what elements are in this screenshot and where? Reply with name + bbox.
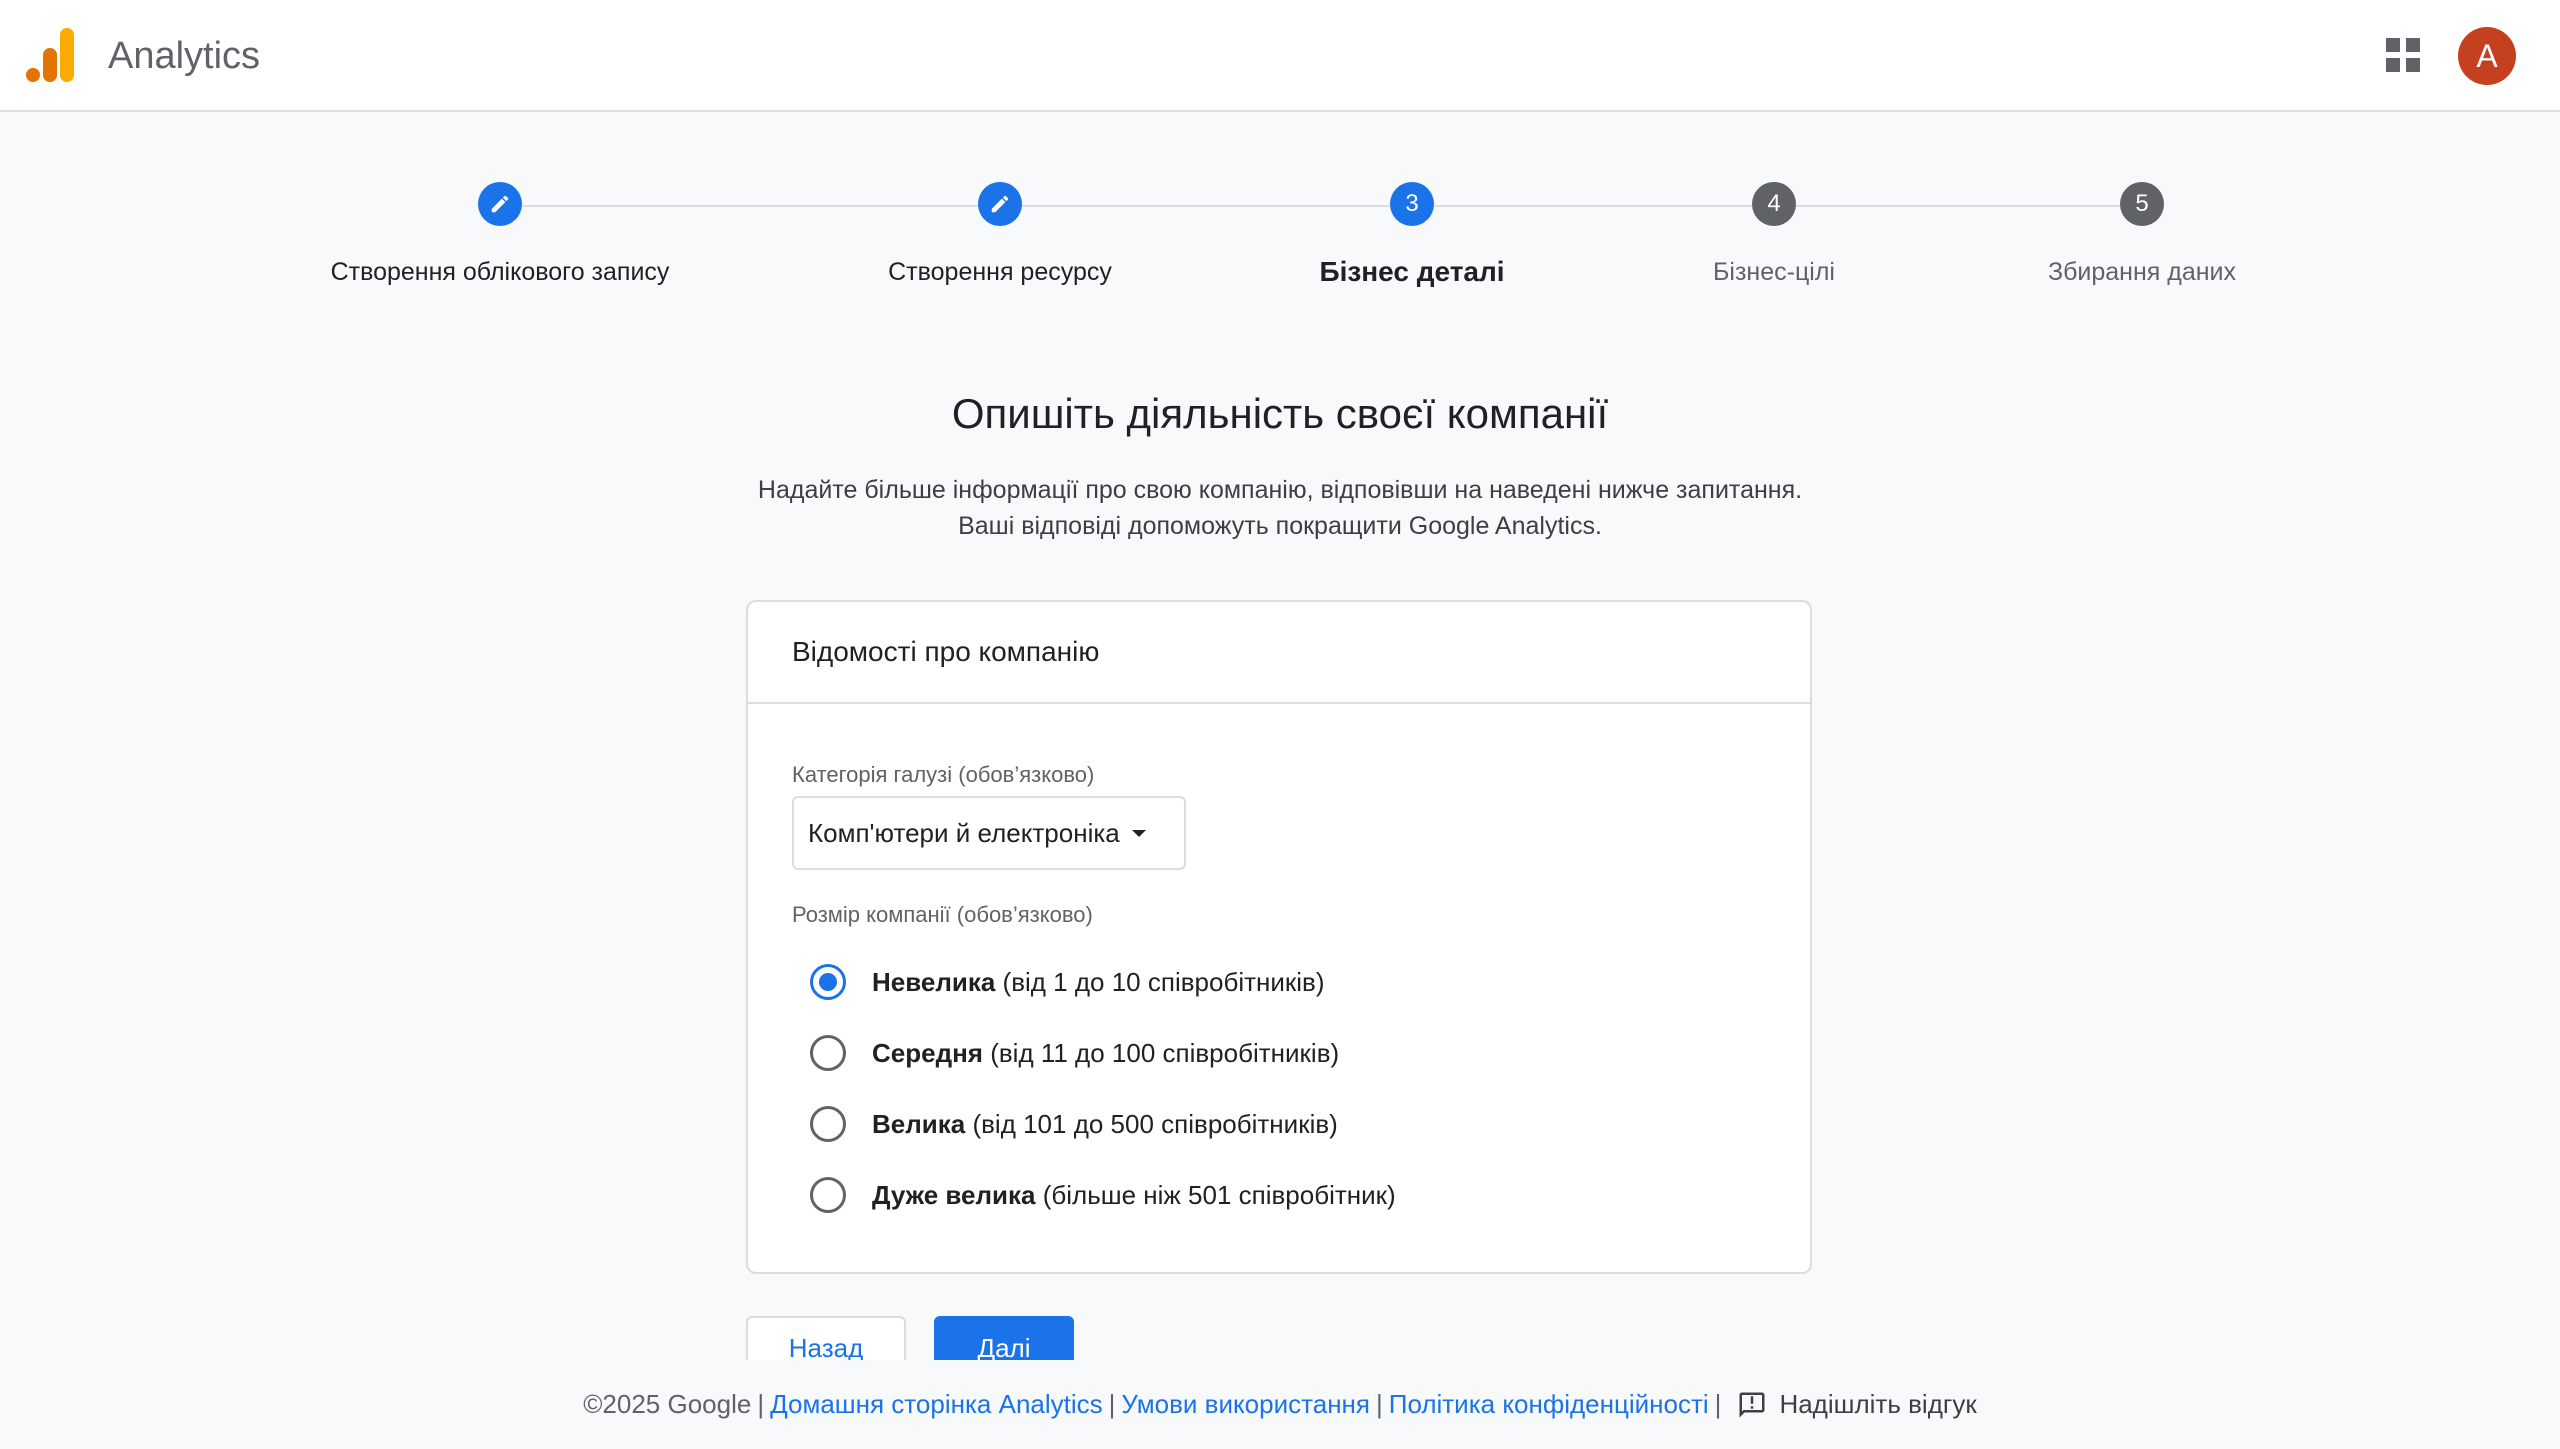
account-avatar[interactable]: A (2458, 27, 2516, 85)
step-label: Створення ресурсу (888, 258, 1112, 286)
size-option-label: Невелика (від 1 до 10 співробітників) (872, 967, 1325, 998)
step-label: Створення облікового запису (330, 258, 670, 286)
radio-button[interactable] (810, 1035, 846, 1071)
radio-button-checked[interactable] (810, 964, 846, 1000)
industry-select[interactable]: Комп'ютери й електроніка (792, 796, 1186, 870)
privacy-link[interactable]: Політика конфіденційності (1389, 1389, 1709, 1420)
step-label: Бізнес деталі (1319, 256, 1505, 287)
size-option-label: Дуже велика (більше ніж 501 співробітник… (872, 1180, 1396, 1211)
page-description: Надайте більше інформації про свою компа… (0, 472, 2560, 544)
size-option-range: (більше ніж 501 співробітник) (1035, 1179, 1396, 1210)
analytics-logo-icon (26, 28, 74, 82)
size-option-title: Середня (872, 1037, 983, 1068)
size-option-medium[interactable]: Середня (від 11 до 100 співробітників) (792, 1023, 1339, 1083)
radio-button[interactable] (810, 1177, 846, 1213)
size-option-title: Невелика (872, 966, 996, 997)
size-option-range: (від 101 до 500 співробітників) (965, 1108, 1338, 1139)
step-edit-icon (478, 182, 522, 226)
step-number: 3 (1390, 182, 1434, 226)
setup-stepper: Створення облікового запису Створення ре… (0, 175, 2560, 315)
industry-label: Категорія галузі (обов’язково) (792, 762, 1095, 787)
feedback-label: Надішліть відгук (1779, 1389, 1977, 1419)
footer-separator: | (757, 1389, 765, 1419)
step-data-collection: 5 Збирання даних (1932, 175, 2352, 288)
send-feedback-button[interactable]: Надішліть відгук (1737, 1389, 1977, 1420)
dropdown-arrow-icon (1131, 829, 1146, 837)
company-info-card: Відомості про компанію Категорія галузі … (746, 600, 1812, 1274)
description-line: Надайте більше інформації про свою компа… (757, 476, 1803, 504)
page-title: Опишіть діяльність своєї компанії (951, 390, 1609, 437)
size-option-small[interactable]: Невелика (від 1 до 10 співробітників) (792, 952, 1325, 1012)
size-option-label: Середня (від 11 до 100 співробітників) (872, 1038, 1339, 1069)
step-number: 5 (2120, 182, 2164, 226)
step-label: Збирання даних (2047, 258, 2237, 286)
app-title: Analytics (108, 35, 261, 77)
step-create-account[interactable]: Створення облікового запису (290, 175, 710, 288)
description-line: Ваші відповіді допоможуть покращити Goog… (958, 512, 1602, 540)
size-option-title: Велика (872, 1108, 966, 1139)
size-option-range: (від 11 до 100 співробітників) (982, 1037, 1340, 1068)
copyright: ©2025 Google (583, 1389, 752, 1419)
google-apps-icon[interactable] (2386, 38, 2420, 72)
company-size-label: Розмір компанії (обов’язково) (792, 902, 1093, 927)
top-app-bar: Analytics A (0, 0, 2560, 112)
terms-link[interactable]: Умови використання (1121, 1389, 1370, 1420)
step-edit-icon (978, 182, 1022, 226)
size-option-large[interactable]: Велика (від 101 до 500 співробітників) (792, 1094, 1338, 1154)
step-business-details[interactable]: 3 Бізнес деталі (1202, 175, 1622, 288)
feedback-icon (1739, 1392, 1765, 1417)
card-title: Відомості про компанію (748, 602, 1810, 704)
analytics-home-link[interactable]: Домашня сторінка Analytics (770, 1389, 1103, 1420)
footer-separator: | (1375, 1389, 1383, 1419)
size-option-title: Дуже велика (872, 1179, 1036, 1210)
radio-button[interactable] (810, 1106, 846, 1142)
size-option-very-large[interactable]: Дуже велика (більше ніж 501 співробітник… (792, 1165, 1396, 1225)
size-option-range: (від 1 до 10 співробітників) (995, 966, 1325, 997)
footer-separator: | (1714, 1389, 1722, 1419)
footer-separator: | (1108, 1389, 1116, 1419)
size-option-label: Велика (від 101 до 500 співробітників) (872, 1109, 1338, 1140)
step-business-goals: 4 Бізнес-цілі (1564, 175, 1984, 288)
industry-select-value: Комп'ютери й електроніка (808, 817, 1120, 848)
step-create-property[interactable]: Створення ресурсу (790, 175, 1210, 288)
step-label: Бізнес-цілі (1713, 258, 1835, 286)
step-number: 4 (1752, 182, 1796, 226)
footer: ©2025 Google | Домашня сторінка Analytic… (0, 1360, 2560, 1449)
